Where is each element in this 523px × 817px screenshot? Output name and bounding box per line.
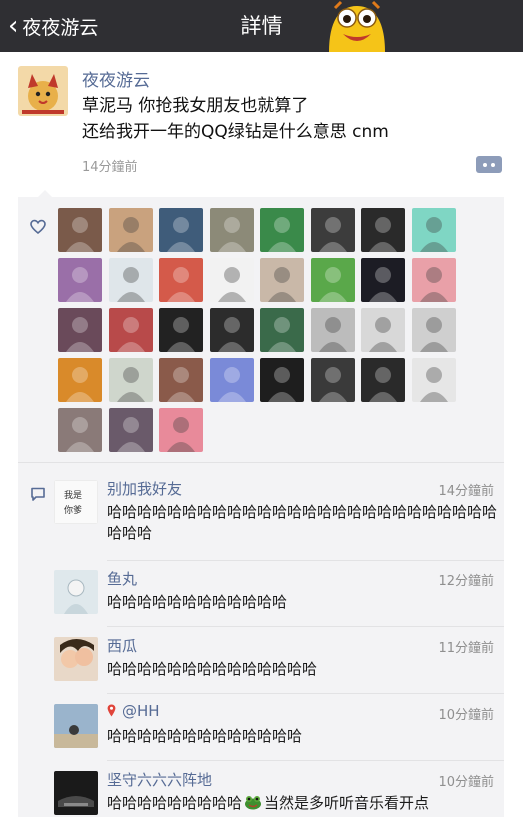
liker-avatar[interactable] (159, 358, 203, 402)
liker-avatar[interactable] (209, 208, 254, 252)
commenter-name[interactable]: 鱼丸 (107, 568, 137, 589)
liker-avatar[interactable] (58, 358, 102, 402)
comment-text-part: 哈哈哈哈哈哈哈哈哈 (107, 794, 243, 812)
comment-text: 哈哈哈哈哈哈哈哈哈哈哈哈哈哈哈哈哈哈哈哈哈哈哈哈哈哈哈哈哈 (107, 503, 498, 542)
liker-avatar[interactable] (159, 308, 203, 352)
frog-emoji-icon (245, 796, 262, 810)
liker-avatar[interactable] (209, 358, 254, 402)
liker-avatar-grid (58, 208, 458, 452)
liker-avatar[interactable] (361, 208, 405, 252)
liker-avatar[interactable] (58, 308, 102, 352)
divider (107, 560, 504, 561)
commenter-name[interactable]: @HH (107, 702, 160, 720)
post-content: 草泥马 你抢我女朋友也就算了 还给我开一年的QQ绿钻是什么意思 cnm (82, 93, 502, 145)
liker-avatar[interactable] (411, 208, 456, 252)
commenter-name[interactable]: 西瓜 (107, 635, 137, 656)
location-pin-icon (107, 704, 116, 717)
comment-like-menu-button[interactable] (476, 156, 502, 173)
liker-avatar[interactable] (58, 208, 102, 252)
comment-text-part: 当然是多听听音乐看开点 (264, 794, 430, 812)
liker-avatar[interactable] (310, 258, 355, 302)
commenter-avatar[interactable] (54, 704, 98, 748)
divider (107, 626, 504, 627)
divider (107, 693, 504, 694)
likes-comments-panel: 我是 你爹 别加我好友 14分鐘前 哈哈哈哈哈哈哈哈哈哈哈哈哈哈哈哈哈哈哈哈哈哈… (18, 190, 504, 817)
post-author-name[interactable]: 夜夜游云 (82, 66, 150, 91)
liker-avatar[interactable] (310, 358, 355, 402)
commenter-avatar[interactable] (54, 771, 98, 815)
divider (107, 760, 504, 761)
comment-time: 10分鐘前 (438, 708, 494, 723)
liker-avatar[interactable] (411, 258, 456, 302)
dot-icon (483, 162, 487, 167)
nav-bar: ‹ 夜夜游云 詳情 (0, 0, 523, 52)
comment-text: 哈哈哈哈哈哈哈哈哈哈哈哈哈哈 (107, 660, 318, 678)
comment-time: 10分鐘前 (438, 775, 494, 790)
liker-avatar[interactable] (108, 358, 153, 402)
commenter-avatar[interactable] (54, 570, 98, 614)
post-line: 草泥马 你抢我女朋友也就算了 (82, 96, 309, 116)
liker-avatar[interactable] (159, 208, 203, 252)
commenter-name-label: @HH (122, 702, 160, 720)
liker-avatar[interactable] (108, 408, 153, 452)
liker-avatar[interactable] (411, 308, 456, 352)
liker-avatar[interactable] (260, 308, 304, 352)
heart-icon (30, 219, 46, 235)
author-avatar[interactable] (18, 66, 68, 116)
liker-avatar[interactable] (310, 208, 355, 252)
commenter-avatar[interactable] (54, 637, 98, 681)
post-timestamp: 14分鐘前 (82, 160, 138, 175)
liker-avatar[interactable] (58, 408, 102, 452)
liker-avatar[interactable] (108, 308, 153, 352)
comment-bubble-icon (31, 487, 45, 501)
svg-text:我是: 我是 (64, 490, 82, 501)
liker-avatar[interactable] (260, 358, 304, 402)
comment-text: 哈哈哈哈哈哈哈哈哈哈哈哈哈 (107, 727, 303, 745)
comment-time: 12分鐘前 (438, 574, 494, 589)
liker-avatar[interactable] (361, 358, 405, 402)
liker-avatar[interactable] (159, 408, 203, 452)
comment-text: 哈哈哈哈哈哈哈哈哈当然是多听听音乐看开点啊 (107, 793, 499, 817)
cartoon-mascot-icon (329, 0, 385, 52)
liker-avatar[interactable] (260, 258, 304, 302)
commenter-name[interactable]: 别加我好友 (107, 478, 182, 499)
liker-avatar[interactable] (310, 308, 355, 352)
commenter-avatar[interactable]: 我是 你爹 (54, 480, 98, 524)
page-title: 詳情 (240, 14, 283, 38)
liker-avatar[interactable] (361, 258, 405, 302)
post-line: 还给我开一年的QQ绿钻是什么意思 cnm (82, 122, 389, 142)
comment-time: 14分鐘前 (438, 484, 494, 499)
divider (18, 462, 504, 463)
dot-icon (491, 162, 495, 167)
liker-avatar[interactable] (159, 258, 203, 302)
commenter-name[interactable]: 坚守六六六阵地 (107, 769, 212, 790)
liker-avatar[interactable] (209, 308, 254, 352)
comment-text: 哈哈哈哈哈哈哈哈哈哈哈哈 (107, 593, 288, 611)
liker-avatar[interactable] (108, 208, 153, 252)
liker-avatar[interactable] (209, 258, 254, 302)
liker-avatar[interactable] (260, 208, 304, 252)
liker-avatar[interactable] (411, 358, 456, 402)
svg-text:你爹: 你爹 (64, 504, 82, 516)
liker-avatar[interactable] (108, 258, 153, 302)
liker-avatar[interactable] (58, 258, 102, 302)
liker-avatar[interactable] (361, 308, 405, 352)
comment-time: 11分鐘前 (438, 641, 494, 656)
